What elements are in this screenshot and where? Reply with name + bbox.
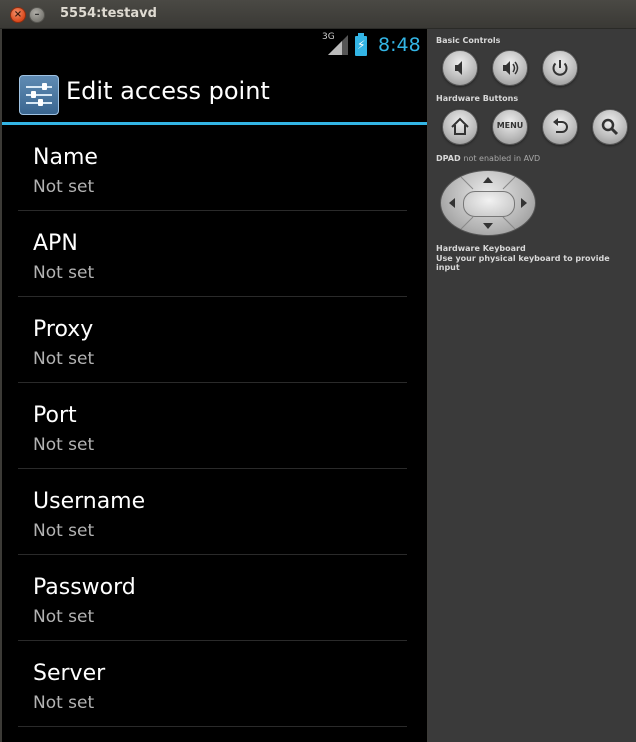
- basic-controls-label: Basic Controls: [436, 36, 501, 45]
- pref-summary: Not set: [33, 521, 95, 541]
- dpad-note: not enabled in AVD: [463, 154, 541, 163]
- window-minimize-button[interactable]: –: [29, 7, 45, 23]
- volume-up-button[interactable]: [492, 50, 528, 86]
- volume-down-button[interactable]: [442, 50, 478, 86]
- pref-title: Port: [33, 403, 77, 428]
- pref-title: Server: [33, 661, 106, 686]
- window-title-bar: × – 5554:testavd: [0, 0, 636, 29]
- hardware-keyboard-note: Use your physical keyboard to provide in…: [436, 254, 610, 272]
- device-screen: 3G ⚡ 8:48 Edit access point Name Not set…: [2, 29, 427, 742]
- pref-item-apn[interactable]: APN Not set: [18, 211, 407, 297]
- preference-list: Name Not set APN Not set Proxy Not set P…: [2, 125, 427, 727]
- back-icon: [553, 118, 568, 133]
- close-icon: ×: [13, 9, 23, 20]
- home-icon: [451, 117, 469, 135]
- pref-summary: Not set: [33, 177, 95, 197]
- search-icon: [601, 118, 619, 136]
- dpad-center-button[interactable]: [463, 191, 515, 217]
- back-button[interactable]: [542, 109, 578, 145]
- pref-item-server[interactable]: Server Not set: [18, 641, 407, 727]
- volume-down-icon: [455, 61, 462, 75]
- status-bar: 3G ⚡ 8:48: [2, 29, 427, 61]
- power-button[interactable]: [542, 50, 578, 86]
- power-icon: [552, 60, 568, 76]
- hardware-keyboard-label: Hardware Keyboard: [436, 244, 526, 253]
- pref-title: APN: [33, 231, 78, 256]
- pref-title: Password: [33, 575, 136, 600]
- clock: 8:48: [378, 34, 421, 56]
- pref-title: Name: [33, 145, 98, 170]
- volume-up-icon: [503, 61, 519, 75]
- pref-summary: Not set: [33, 693, 95, 713]
- pref-title: Proxy: [33, 317, 94, 342]
- pref-item-name[interactable]: Name Not set: [18, 125, 407, 211]
- battery-icon: ⚡: [355, 33, 367, 56]
- signal-icon: [328, 35, 348, 55]
- menu-button[interactable]: MENU: [492, 109, 528, 145]
- emulator-controls-panel: Basic Controls Hardware Buttons MENU DPA…: [428, 29, 636, 742]
- pref-item-password[interactable]: Password Not set: [18, 555, 407, 641]
- dpad[interactable]: [440, 170, 536, 236]
- hardware-buttons-label: Hardware Buttons: [436, 94, 519, 103]
- pref-item-proxy[interactable]: Proxy Not set: [18, 297, 407, 383]
- pref-summary: Not set: [33, 349, 95, 369]
- dpad-title: DPAD: [436, 154, 461, 163]
- page-title: Edit access point: [66, 77, 270, 105]
- pref-summary: Not set: [33, 607, 95, 627]
- minimize-icon: –: [34, 9, 40, 20]
- window-title: 5554:testavd: [60, 6, 157, 21]
- search-button[interactable]: [592, 109, 628, 145]
- home-button[interactable]: [442, 109, 478, 145]
- charging-icon: ⚡: [357, 38, 366, 52]
- action-bar: Edit access point: [2, 61, 427, 125]
- settings-app-icon[interactable]: [19, 75, 59, 115]
- window-close-button[interactable]: ×: [10, 7, 26, 23]
- pref-summary: Not set: [33, 435, 95, 455]
- pref-summary: Not set: [33, 263, 95, 283]
- pref-item-username[interactable]: Username Not set: [18, 469, 407, 555]
- pref-title: Username: [33, 489, 146, 514]
- menu-label: MENU: [496, 121, 524, 130]
- dpad-label: DPAD not enabled in AVD: [436, 154, 540, 163]
- pref-item-port[interactable]: Port Not set: [18, 383, 407, 469]
